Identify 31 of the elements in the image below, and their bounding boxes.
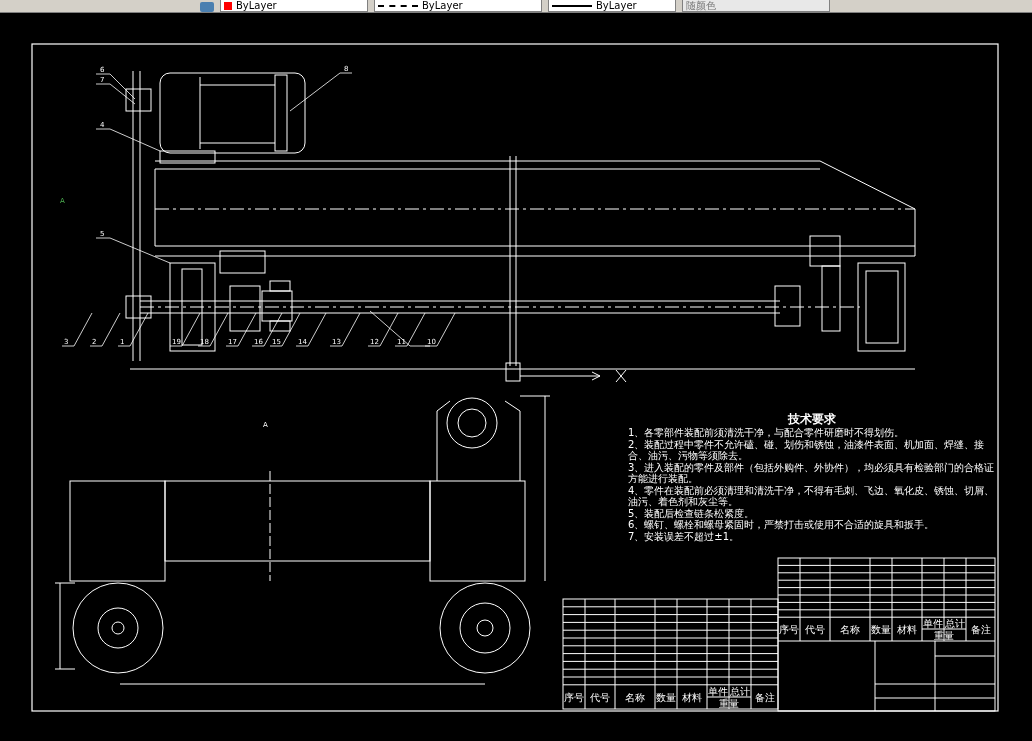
table-header: 名称 — [840, 624, 860, 635]
requirement-text: 1、各零部件装配前须清洗干净，与配合零件研磨时不得划伤。 — [628, 427, 906, 439]
table-header: 材料 — [897, 624, 917, 635]
requirements-title: 技术要求 — [787, 412, 837, 427]
table-header: 名称 — [625, 692, 645, 703]
table-header: 重量 — [934, 630, 954, 641]
table-header: 材料 — [682, 692, 702, 703]
table-header: 代号 — [805, 624, 825, 635]
table-header: 备注 — [754, 692, 775, 703]
requirement-text: 6、螺钉、螺栓和螺母紧固时，严禁打击或使用不合适的旋具和扳手。 — [628, 519, 936, 531]
table-header: 序号 — [779, 624, 799, 635]
requirement-text: 3、进入装配的零件及部件（包括外购件、外协件），均必须具有检验部门的合格证方能进行装配。 — [628, 461, 996, 485]
table-header: 数量 — [871, 624, 891, 635]
requirement-text: 4、零件在装配前必须清理和清洗干净，不得有毛刺、飞边、氧化皮、锈蚀、切屑、油污、着色剂和灰尘等。 — [628, 484, 996, 508]
requirement-text: 7、安装误差不超过±1。 — [628, 530, 741, 542]
table-header: 数量 — [656, 692, 676, 703]
table-header: 单件 — [708, 686, 728, 697]
table-header: 总计 — [945, 618, 965, 629]
table-header: 单件 — [923, 618, 943, 629]
table-header: 序号 — [564, 692, 584, 703]
line-sample-icon — [378, 4, 418, 7]
table-header: 备注 — [970, 624, 991, 635]
requirement-text: 5、装配后检查链条松紧度。 — [628, 507, 756, 519]
requirement-text: 2、装配过程中零件不允许磕、碰、划伤和锈蚀，油漆件表面、机加面、焊缝、接合、油污、污物等须除去。 — [628, 438, 986, 462]
line-sample-icon — [552, 4, 592, 7]
property-dropdown[interactable]: ByLayer — [548, 0, 676, 12]
property-dropdown[interactable]: ByLayer — [374, 0, 542, 12]
table-header: 重量 — [719, 698, 739, 709]
property-dropdown[interactable]: ByLayer — [220, 0, 368, 12]
table-header: 总计 — [730, 686, 750, 697]
table-header: 代号 — [590, 692, 610, 703]
